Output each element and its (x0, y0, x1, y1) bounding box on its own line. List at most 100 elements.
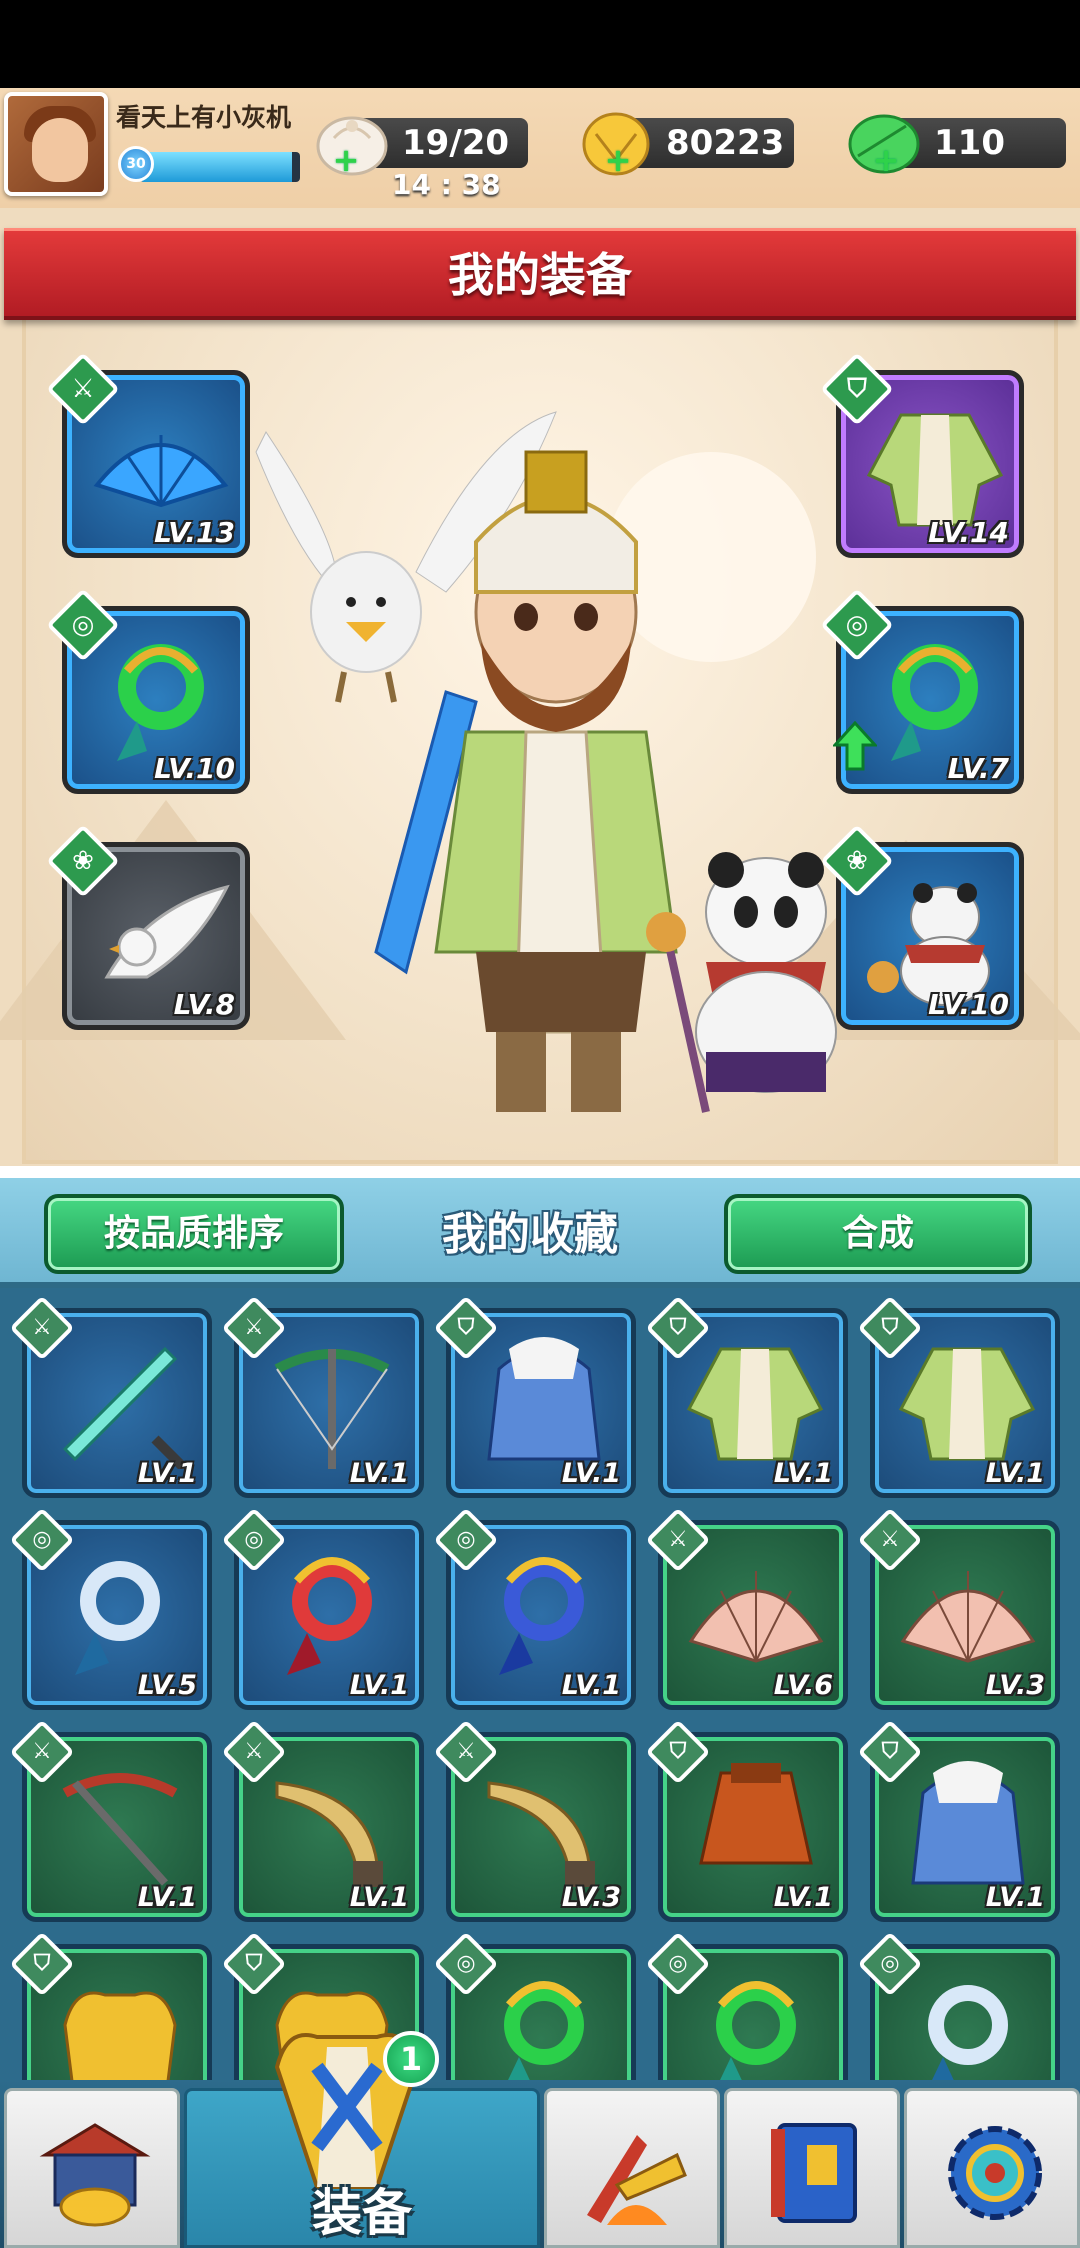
ring-icon: ◎ (668, 1951, 688, 1976)
collection-item[interactable]: ◎ (433, 1931, 636, 2080)
item-level: LV.1 (137, 1458, 197, 1489)
fur-cape-icon (487, 1337, 601, 1461)
jade-pendant-icon (504, 1981, 584, 2080)
collection-title: 我的收藏 (442, 1209, 618, 1260)
equip-slot-armor[interactable]: ⛉ LV.14 (820, 352, 1024, 558)
collection-item[interactable]: ⛉ (9, 1931, 212, 2080)
paw-icon: ❀ (72, 846, 94, 876)
collection-item[interactable]: ⚔ LV.1 (9, 1295, 212, 1498)
jade-pendant-icon (716, 1981, 796, 2080)
nav-settings[interactable] (904, 2088, 1080, 2248)
slot-level: LV.7 (947, 752, 1009, 785)
collection-item[interactable]: ◎ LV.5 (9, 1507, 212, 1710)
item-level: LV.1 (773, 1882, 833, 1913)
top-hud: 看天上有小灰机 30 19/20 + 14 : 38 80223 + 110 + (0, 88, 1080, 208)
equip-slot-accessory[interactable]: ◎ LV.10 (46, 588, 250, 794)
nav-equipment-label: 装备 (312, 2184, 412, 2242)
section-divider (0, 1166, 1080, 1178)
collection-header: 按品质排序 我的收藏 合成 (0, 1178, 1080, 1288)
ring-icon: ◎ (845, 610, 869, 640)
stamina-value: 19/20 (402, 123, 510, 163)
jade-plus-icon[interactable]: + (872, 144, 900, 176)
armor-icon: ⛉ (669, 1315, 687, 1340)
collection-grid: ⚔ LV.1 ⚔ LV.1 ⛉ LV.1 ⛉ LV.1 ⛉ LV.1 ◎ LV.5 ◎ LV.1 ◎ LV.1… (0, 1288, 1080, 2080)
slot-level: LV.13 (154, 516, 235, 549)
slot-level: LV.14 (928, 516, 1009, 549)
collection-item[interactable]: ⚔ LV.1 (9, 1719, 212, 1922)
status-bar-area (0, 0, 1080, 88)
jade-sword-icon (62, 1346, 189, 1469)
stamina-timer: 14 : 38 (392, 168, 501, 201)
crossbow-icon (274, 1349, 390, 1469)
folding-fan-icon (900, 1571, 1036, 1663)
xp-bar-fill (140, 152, 292, 182)
item-level: LV.3 (561, 1882, 621, 1913)
gold-armor-icon (63, 1991, 177, 2080)
collection-item[interactable]: ⚔ LV.6 (645, 1507, 848, 1710)
collection-item[interactable]: ⚔ LV.1 (221, 1719, 424, 1922)
collection-item[interactable]: ⛉ LV.1 (857, 1295, 1060, 1498)
blue-pendant-icon (499, 1557, 584, 1675)
stamina-plus-icon[interactable]: + (332, 144, 360, 176)
stamina-counter[interactable]: 19/20 (316, 116, 528, 176)
equip-slot-accessory-right[interactable]: ◎ LV.7 (820, 588, 1024, 794)
collection-item[interactable]: ⚔ LV.3 (433, 1719, 636, 1922)
collection-item[interactable]: ◎ LV.1 (221, 1507, 424, 1710)
collection-item[interactable]: ⛉ LV.1 (645, 1719, 848, 1922)
hero-character (255, 411, 837, 1113)
red-pendant-icon (287, 1557, 372, 1675)
panda-companion (695, 852, 837, 1093)
red-crossbow-icon (62, 1773, 178, 1886)
armor-icon: ⛉ (669, 1739, 687, 1764)
item-level: LV.1 (561, 1458, 621, 1489)
player-avatar[interactable] (4, 92, 108, 196)
ring-icon: ◎ (32, 1527, 52, 1552)
equip-slot-pet-right[interactable]: ❀ LV.10 (820, 824, 1024, 1030)
armor-icon: ⛉ (881, 1315, 899, 1340)
nav-battle[interactable] (544, 2088, 720, 2248)
item-level: LV.1 (349, 1670, 409, 1701)
robe-icon (898, 1347, 1036, 1461)
sword-icon: ⚔ (244, 1739, 264, 1764)
collection-item[interactable]: ⛉ LV.1 (857, 1719, 1060, 1922)
gold-plus-icon[interactable]: + (604, 144, 632, 176)
item-level: LV.3 (985, 1670, 1045, 1701)
equip-slot-weapon[interactable]: ⚔ LV.13 (46, 352, 250, 558)
paw-icon: ❀ (846, 846, 868, 876)
fan-weapon-icon (93, 435, 229, 508)
upgrade-arrow-icon (833, 721, 877, 771)
armor-icon: ⛉ (881, 1739, 899, 1764)
sort-by-quality-button[interactable]: 按品质排序 (44, 1194, 344, 1274)
synthesize-button[interactable]: 合成 (724, 1194, 1032, 1274)
white-bird-icon (104, 884, 230, 979)
collection-item[interactable]: ⛉ LV.1 (433, 1295, 636, 1498)
slot-level: LV.10 (928, 988, 1009, 1021)
player-level-badge: 30 (118, 146, 154, 182)
collection-item[interactable]: ⚔ LV.3 (857, 1507, 1060, 1710)
sword-icon: ⚔ (32, 1315, 52, 1340)
panda-pet-icon (867, 883, 990, 1006)
jade-pendant-icon (891, 644, 978, 761)
xp-bar (140, 152, 300, 182)
nav-shop[interactable] (4, 2088, 180, 2248)
sword-icon: ⚔ (880, 1527, 900, 1552)
collection-item[interactable]: ⚔ LV.1 (221, 1295, 424, 1498)
nav-equipment[interactable]: 1 装备 (184, 2031, 540, 2248)
sword-icon: ⚔ (71, 374, 95, 404)
ring-icon: ◎ (880, 1951, 900, 1976)
equip-slot-pet-left[interactable]: ❀ LV.8 (46, 824, 250, 1030)
item-level: LV.1 (561, 1670, 621, 1701)
gold-value: 80223 (666, 123, 785, 163)
collection-item[interactable]: ◎ LV.1 (433, 1507, 636, 1710)
equipment-title-banner: 我的装备 (4, 228, 1076, 320)
nav-book[interactable] (724, 2088, 900, 2248)
item-level: LV.1 (349, 1882, 409, 1913)
armor-icon: ⛉ (33, 1951, 51, 1976)
collection-item[interactable]: ◎ (645, 1931, 848, 2080)
ring-icon: ◎ (244, 1527, 264, 1552)
armor-icon: ⛉ (457, 1315, 475, 1340)
equipment-panel: 我的装备 ⚔ LV.13 ◎ LV.10 ❀ LV.8 ⛉ LV.14 ◎ LV… (0, 208, 1080, 1318)
collection-item[interactable]: ⛉ LV.1 (645, 1295, 848, 1498)
collection-item[interactable]: ◎ (857, 1931, 1060, 2080)
bottom-navigation: 1 装备 (0, 2031, 1080, 2248)
